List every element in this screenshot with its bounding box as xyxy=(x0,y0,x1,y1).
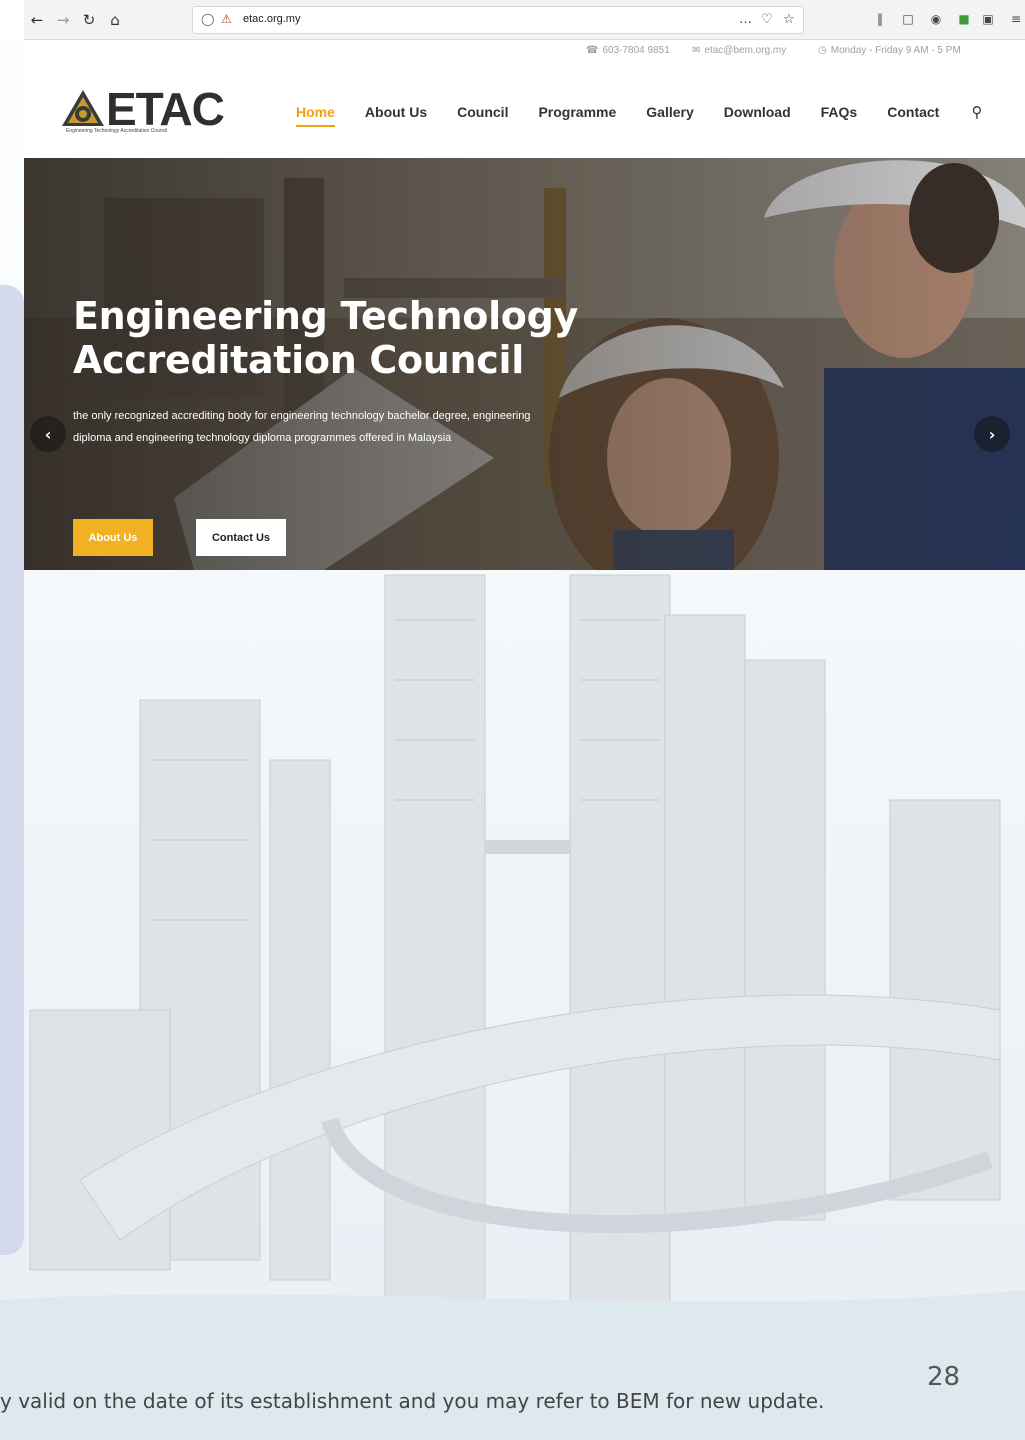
pocket-icon[interactable]: ♡ xyxy=(761,12,773,27)
main-navigation: Home About Us Council Programme Gallery … xyxy=(296,104,969,127)
nav-council[interactable]: Council xyxy=(457,104,508,127)
menu-hamburger-icon[interactable]: ≡ xyxy=(1008,11,1024,27)
nav-programme[interactable]: Programme xyxy=(538,104,616,127)
phone-icon: ☎ xyxy=(586,45,599,56)
contact-us-button[interactable]: Contact Us xyxy=(196,519,286,556)
slider-next-icon[interactable]: › xyxy=(974,416,1010,452)
nav-download[interactable]: Download xyxy=(724,104,791,127)
insecure-lock-icon[interactable]: ⚠ xyxy=(221,12,232,26)
nav-faqs[interactable]: FAQs xyxy=(821,104,858,127)
clock-icon: ◷ xyxy=(818,45,827,56)
shield-icon[interactable]: ◯ xyxy=(201,12,214,26)
nav-contact[interactable]: Contact xyxy=(887,104,939,127)
browser-toolbar: ← → ↻ ⌂ ◯ ⚠ etac.org.my … ♡ ☆ ‖ □ ◉ ■ ▣ … xyxy=(24,0,1025,40)
slide-side-bar xyxy=(0,285,24,1255)
about-us-button[interactable]: About Us xyxy=(73,519,153,556)
envelope-icon: ✉ xyxy=(692,45,701,56)
phone-info[interactable]: ☎ 603-7804 9851 xyxy=(586,45,670,56)
hours-info: ◷ Monday - Friday 9 AM - 5 PM xyxy=(818,45,961,56)
contact-topbar: ☎ 603-7804 9851 ✉ etac@bem.org.my ◷ Mond… xyxy=(24,40,1025,64)
slide-footnote: y valid on the date of its establishment… xyxy=(0,1389,825,1413)
hero-title: Engineering Technology Accreditation Cou… xyxy=(73,294,578,382)
reload-icon[interactable]: ↻ xyxy=(78,9,100,31)
page-actions-icon[interactable]: … xyxy=(739,12,752,27)
nav-about-us[interactable]: About Us xyxy=(365,104,427,127)
home-icon[interactable]: ⌂ xyxy=(104,9,126,31)
extension-icon[interactable]: ■ xyxy=(956,11,972,27)
nav-gallery[interactable]: Gallery xyxy=(646,104,693,127)
address-bar[interactable]: ◯ ⚠ etac.org.my … ♡ ☆ xyxy=(192,6,804,34)
sidebar-icon[interactable]: □ xyxy=(900,11,916,27)
website-viewport: ☎ 603-7804 9851 ✉ etac@bem.org.my ◷ Mond… xyxy=(24,40,1025,570)
email-text[interactable]: etac@bem.org.my xyxy=(704,45,786,56)
hero-subtitle: the only recognized accrediting body for… xyxy=(73,410,531,444)
extension-icon[interactable]: ▣ xyxy=(980,11,996,27)
slide-page-number: 28 xyxy=(927,1362,961,1392)
bookmark-star-icon[interactable]: ☆ xyxy=(783,12,795,27)
nav-home[interactable]: Home xyxy=(296,104,335,127)
search-icon[interactable]: ⚲ xyxy=(968,103,986,121)
url-text[interactable]: etac.org.my xyxy=(243,13,300,25)
site-header: ETAC Engineering Technology Accreditatio… xyxy=(24,64,1025,158)
forward-arrow-icon[interactable]: → xyxy=(52,9,74,31)
phone-text[interactable]: 603-7804 9851 xyxy=(602,45,669,56)
hero-slider: Engineering Technology Accreditation Cou… xyxy=(24,158,1025,570)
logo-tagline: Engineering Technology Accreditation Cou… xyxy=(66,128,168,134)
etac-emblem-icon xyxy=(62,90,104,126)
hours-text: Monday - Friday 9 AM - 5 PM xyxy=(830,45,961,56)
library-icon[interactable]: ‖ xyxy=(872,11,888,27)
back-arrow-icon[interactable]: ← xyxy=(26,9,48,31)
account-icon[interactable]: ◉ xyxy=(928,11,944,27)
etac-logo[interactable]: ETAC Engineering Technology Accreditatio… xyxy=(60,83,230,144)
slider-prev-icon[interactable]: ‹ xyxy=(30,416,66,452)
email-info[interactable]: ✉ etac@bem.org.my xyxy=(692,45,786,56)
